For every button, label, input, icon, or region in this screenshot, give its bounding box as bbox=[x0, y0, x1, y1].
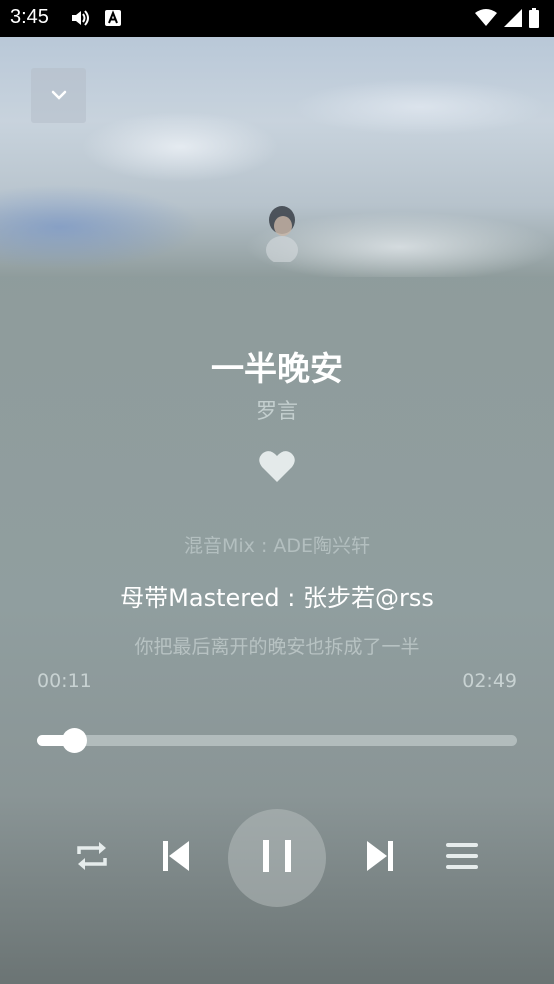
status-bar: 3:45 bbox=[0, 0, 554, 37]
chevron-down-icon bbox=[50, 86, 68, 105]
next-button[interactable] bbox=[362, 838, 398, 878]
lyric-line-next: 你把最后离开的晚安也拆成了一半 bbox=[134, 636, 420, 658]
lyric-line-previous: 混音Mix : ADE陶兴轩 bbox=[183, 535, 371, 557]
seek-bar-thumb[interactable] bbox=[62, 728, 87, 753]
a-notification-icon bbox=[104, 8, 122, 32]
repeat-icon bbox=[73, 838, 111, 878]
total-time: 02:49 bbox=[462, 670, 517, 692]
skip-next-icon bbox=[365, 839, 395, 877]
like-button[interactable] bbox=[258, 450, 296, 484]
current-time: 00:11 bbox=[37, 670, 92, 692]
lyric-line-current: 母带Mastered : 张步若@rss bbox=[120, 584, 434, 612]
skip-previous-icon bbox=[161, 839, 191, 877]
pause-button[interactable] bbox=[228, 809, 326, 907]
playlist-button[interactable] bbox=[442, 838, 482, 878]
seek-bar[interactable] bbox=[37, 728, 517, 753]
pause-icon bbox=[261, 838, 293, 878]
song-artist[interactable]: 罗言 bbox=[0, 395, 554, 425]
signal-icon bbox=[503, 8, 523, 32]
status-time: 3:45 bbox=[10, 6, 49, 28]
wifi-icon bbox=[475, 8, 497, 32]
volume-icon bbox=[70, 8, 90, 32]
song-title: 一半晚安 bbox=[211, 349, 343, 388]
repeat-button[interactable] bbox=[72, 838, 112, 878]
album-art-figure bbox=[262, 202, 304, 264]
previous-button[interactable] bbox=[158, 838, 194, 878]
battery-icon bbox=[528, 8, 540, 32]
heart-icon bbox=[258, 451, 296, 488]
playlist-icon bbox=[445, 840, 479, 876]
collapse-button[interactable] bbox=[31, 68, 86, 123]
